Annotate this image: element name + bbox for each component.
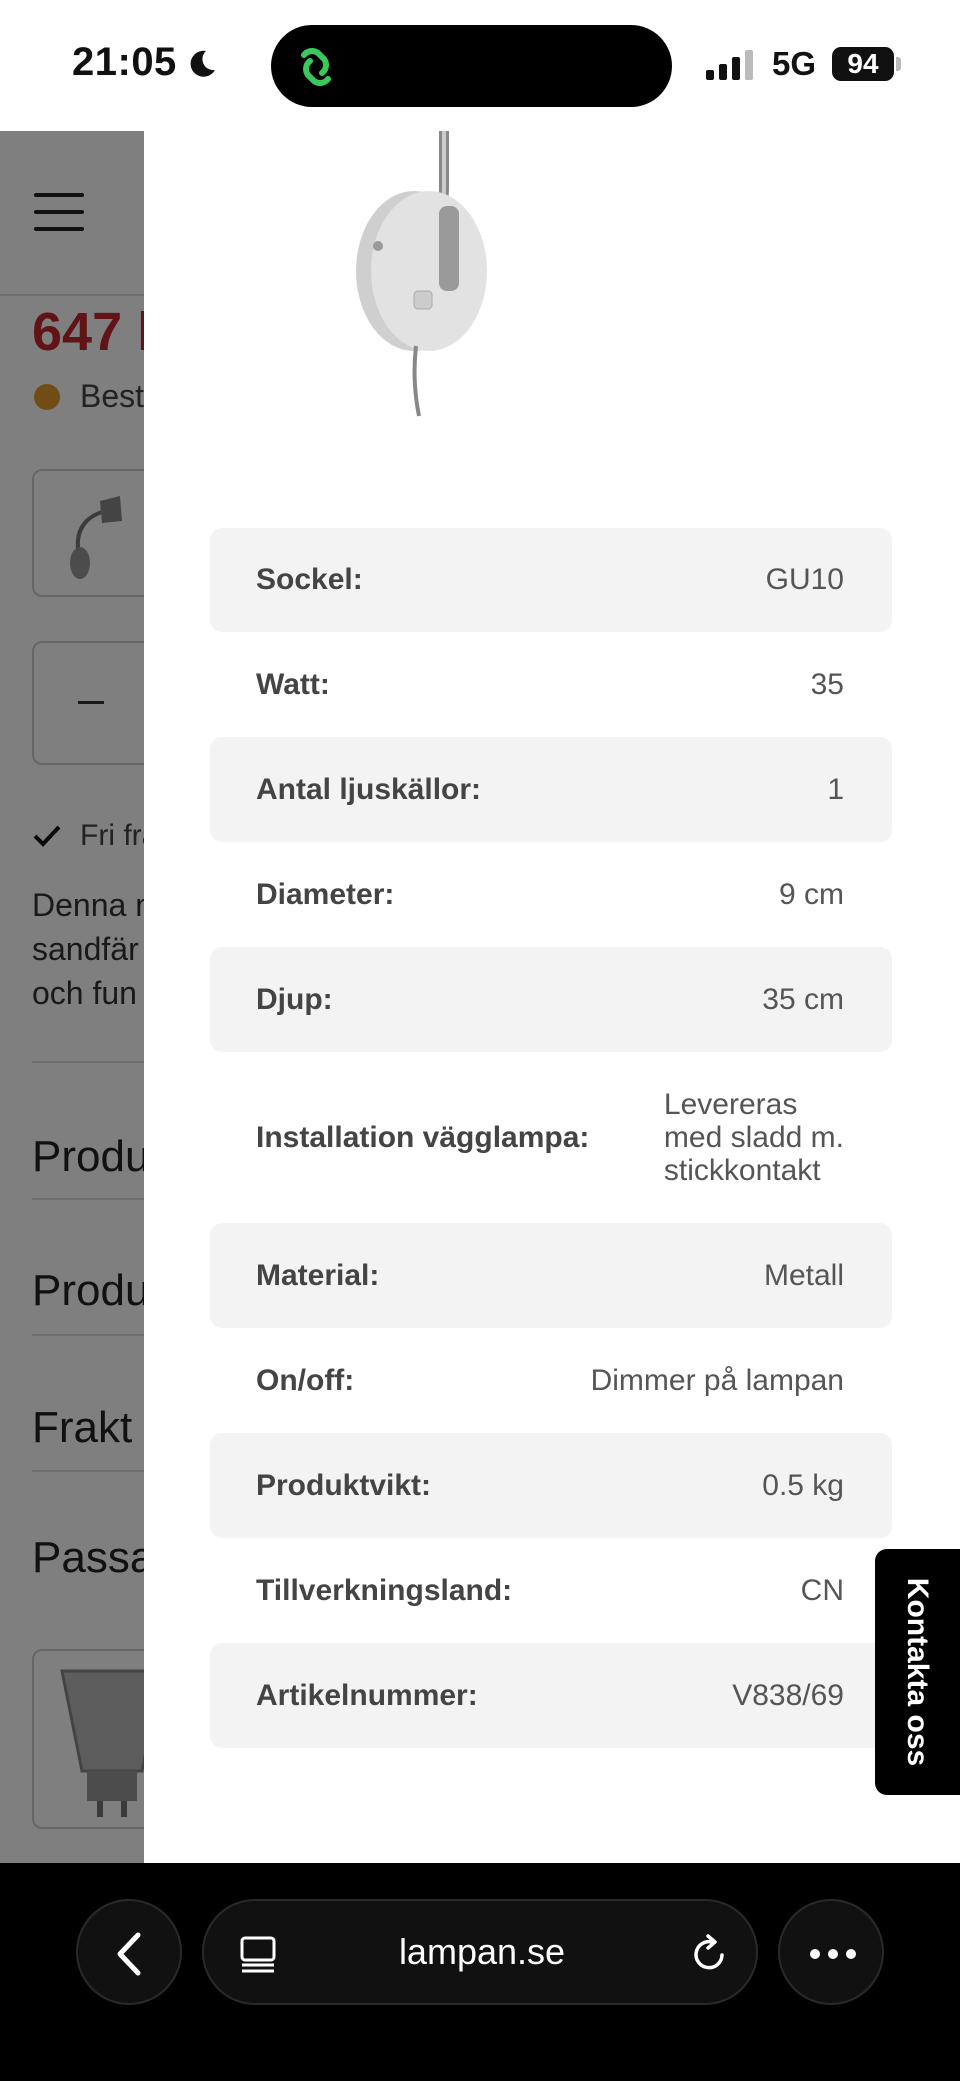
- more-dots-icon: [810, 1949, 856, 1959]
- moon-icon: [190, 50, 215, 77]
- wall-lamp-product-image: [356, 131, 487, 417]
- reload-icon[interactable]: [690, 1933, 730, 1975]
- battery-tip: [896, 57, 901, 71]
- signal-icon: [706, 50, 753, 80]
- product-spec-drawer: Sockel: GU10 Watt: 35 Antal ljuskällor: 1 Diam…: [144, 131, 960, 1863]
- spec-label: Installation vägglampa:: [256, 1120, 590, 1154]
- spec-label: Material:: [256, 1258, 380, 1292]
- more-options-button[interactable]: [778, 1899, 884, 2005]
- spec-label: Sockel:: [256, 563, 363, 596]
- spec-value: Levereras med sladd m. stickkontakt: [663, 1088, 844, 1187]
- spec-row: Diameter: 9 cm: [210, 842, 892, 947]
- spec-value: 9 cm: [778, 877, 844, 911]
- spec-row: Installation vägglampa: Levereras med sla…: [210, 1052, 892, 1223]
- back-button[interactable]: [76, 1899, 182, 2005]
- contact-us-label: Kontakta oss: [901, 1577, 935, 1767]
- spec-value: CN: [800, 1573, 844, 1607]
- spec-label: On/off:: [256, 1363, 355, 1397]
- spec-value: 35 cm: [762, 982, 844, 1016]
- battery-icon: 94: [832, 47, 894, 81]
- spec-value: 0.5 kg: [762, 1468, 844, 1502]
- status-time: 21:05: [72, 40, 177, 84]
- spec-row: Produktvikt: 0.5 kg: [210, 1433, 892, 1538]
- spec-label: Diameter:: [256, 877, 395, 911]
- status-bar: 21:05 5G 94: [0, 0, 960, 131]
- browser-toolbar: lampan.se: [0, 1863, 960, 2081]
- app-activity-icon: [301, 48, 331, 86]
- spec-label: Antal ljuskällor:: [256, 772, 482, 806]
- spec-row: Djup: 35 cm: [210, 947, 892, 1052]
- spec-row: Sockel: GU10: [210, 528, 892, 632]
- spec-row: Watt: 35: [210, 632, 892, 737]
- spec-row: On/off: Dimmer på lampan: [210, 1328, 892, 1433]
- spec-row: Tillverkningsland: CN: [210, 1538, 892, 1643]
- network-label: 5G: [772, 45, 817, 82]
- spec-label: Watt:: [256, 667, 330, 701]
- spec-table: Sockel: GU10 Watt: 35 Antal ljuskällor: 1 Diam…: [210, 528, 892, 1748]
- spec-row: Material: Metall: [210, 1223, 892, 1328]
- spec-row: Antal ljuskällor: 1: [210, 737, 892, 842]
- spec-label: Artikelnummer:: [256, 1678, 478, 1712]
- spec-label: Djup:: [256, 982, 333, 1016]
- spec-value: Metall: [763, 1258, 844, 1292]
- contact-us-button[interactable]: Kontakta oss: [875, 1549, 960, 1795]
- address-bar[interactable]: lampan.se: [202, 1899, 758, 2005]
- chevron-left-icon: [117, 1932, 141, 1976]
- spec-value: 1: [827, 772, 844, 806]
- url-text: lampan.se: [398, 1931, 566, 1972]
- spec-row: Artikelnummer: V838/69: [210, 1643, 892, 1748]
- spec-value: GU10: [765, 563, 844, 596]
- spec-label: Produktvikt:: [256, 1468, 432, 1502]
- spec-value: 35: [810, 667, 844, 701]
- spec-label: Tillverkningsland:: [256, 1573, 513, 1607]
- spec-value: Dimmer på lampan: [590, 1363, 844, 1397]
- spec-value: V838/69: [732, 1678, 844, 1712]
